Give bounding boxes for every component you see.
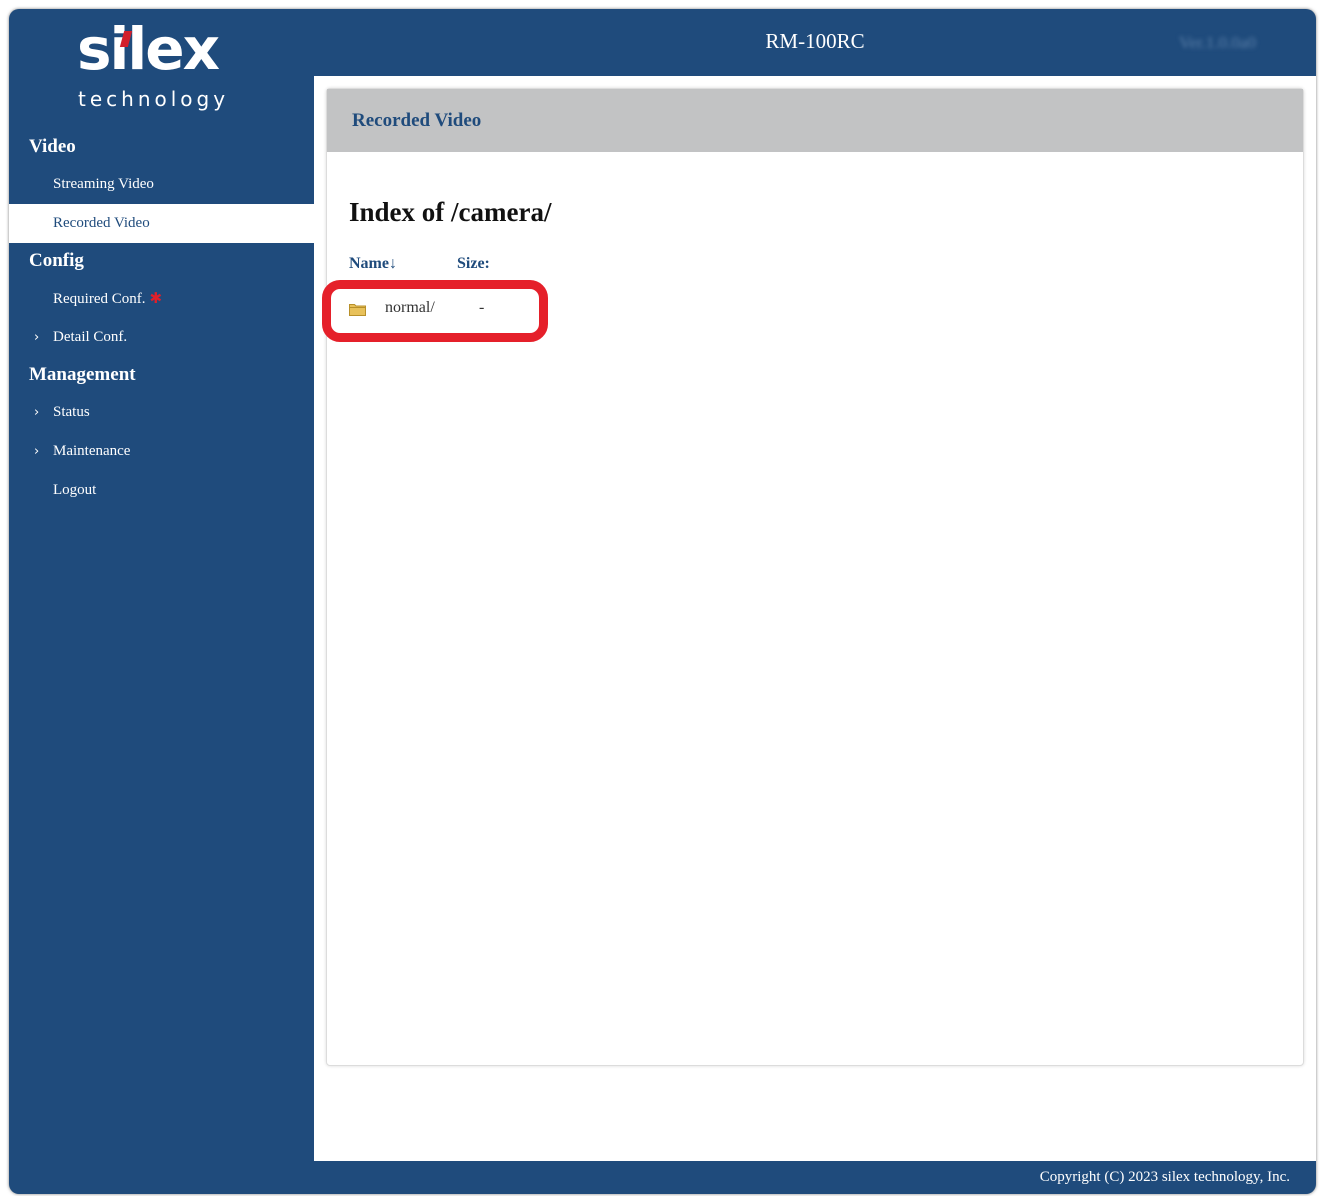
sort-by-name-link[interactable]: Name↓ — [349, 255, 397, 273]
file-name-link[interactable]: normal/ — [385, 299, 435, 317]
sort-by-size-link[interactable]: Size: — [457, 255, 490, 273]
chevron-right-icon: › — [34, 444, 40, 459]
recorded-video-panel: Recorded Video Index of /camera/ Name↓ S… — [326, 88, 1304, 1066]
chevron-right-icon: › — [34, 330, 40, 345]
main-content: Recorded Video Index of /camera/ Name↓ S… — [314, 76, 1316, 1161]
sidebar-item-logout[interactable]: Logout — [9, 471, 314, 510]
required-asterisk-icon: ✱ — [149, 289, 163, 307]
nav-section-config: Config — [29, 250, 84, 271]
sidebar-item-recorded-video[interactable]: Recorded Video — [9, 204, 314, 243]
sidebar-item-label: Recorded Video — [53, 215, 150, 231]
silex-logo: silex technology — [73, 15, 253, 111]
sidebar: Video Streaming Video Recorded Video Con… — [9, 129, 314, 510]
version-label: Ver.1.0.0a0 — [1179, 33, 1256, 52]
nav-section-management: Management — [29, 364, 136, 385]
chevron-right-icon: › — [34, 405, 40, 420]
sidebar-item-label: Detail Conf. — [53, 329, 128, 345]
footer-copyright: Copyright (C) 2023 silex technology, Inc… — [1039, 1169, 1290, 1185]
sidebar-item-maintenance[interactable]: › Maintenance — [9, 432, 314, 471]
sidebar-item-label: Streaming Video — [53, 176, 154, 192]
panel-title: Recorded Video — [327, 89, 1303, 152]
app-frame: silex technology RM-100RC Ver.1.0.0a0 Vi… — [9, 9, 1316, 1194]
file-size: - — [479, 299, 485, 316]
sidebar-item-label: Logout — [53, 482, 97, 498]
nav-section-video: Video — [29, 136, 76, 157]
sidebar-item-label: Status — [53, 404, 90, 420]
sidebar-item-label: Maintenance — [53, 443, 131, 459]
logo-brand: silex — [77, 15, 220, 83]
device-title: RM-100RC — [765, 29, 865, 53]
sidebar-item-status[interactable]: › Status — [9, 393, 314, 432]
sidebar-item-required-conf[interactable]: Required Conf. ✱ — [9, 279, 314, 318]
logo-subtitle: technology — [78, 87, 230, 111]
index-heading: Index of /camera/ — [349, 197, 552, 227]
sidebar-item-detail-conf[interactable]: › Detail Conf. — [9, 318, 314, 357]
folder-icon — [349, 304, 366, 316]
sidebar-item-label: Required Conf. — [53, 291, 146, 307]
sidebar-item-streaming-video[interactable]: Streaming Video — [9, 165, 314, 204]
